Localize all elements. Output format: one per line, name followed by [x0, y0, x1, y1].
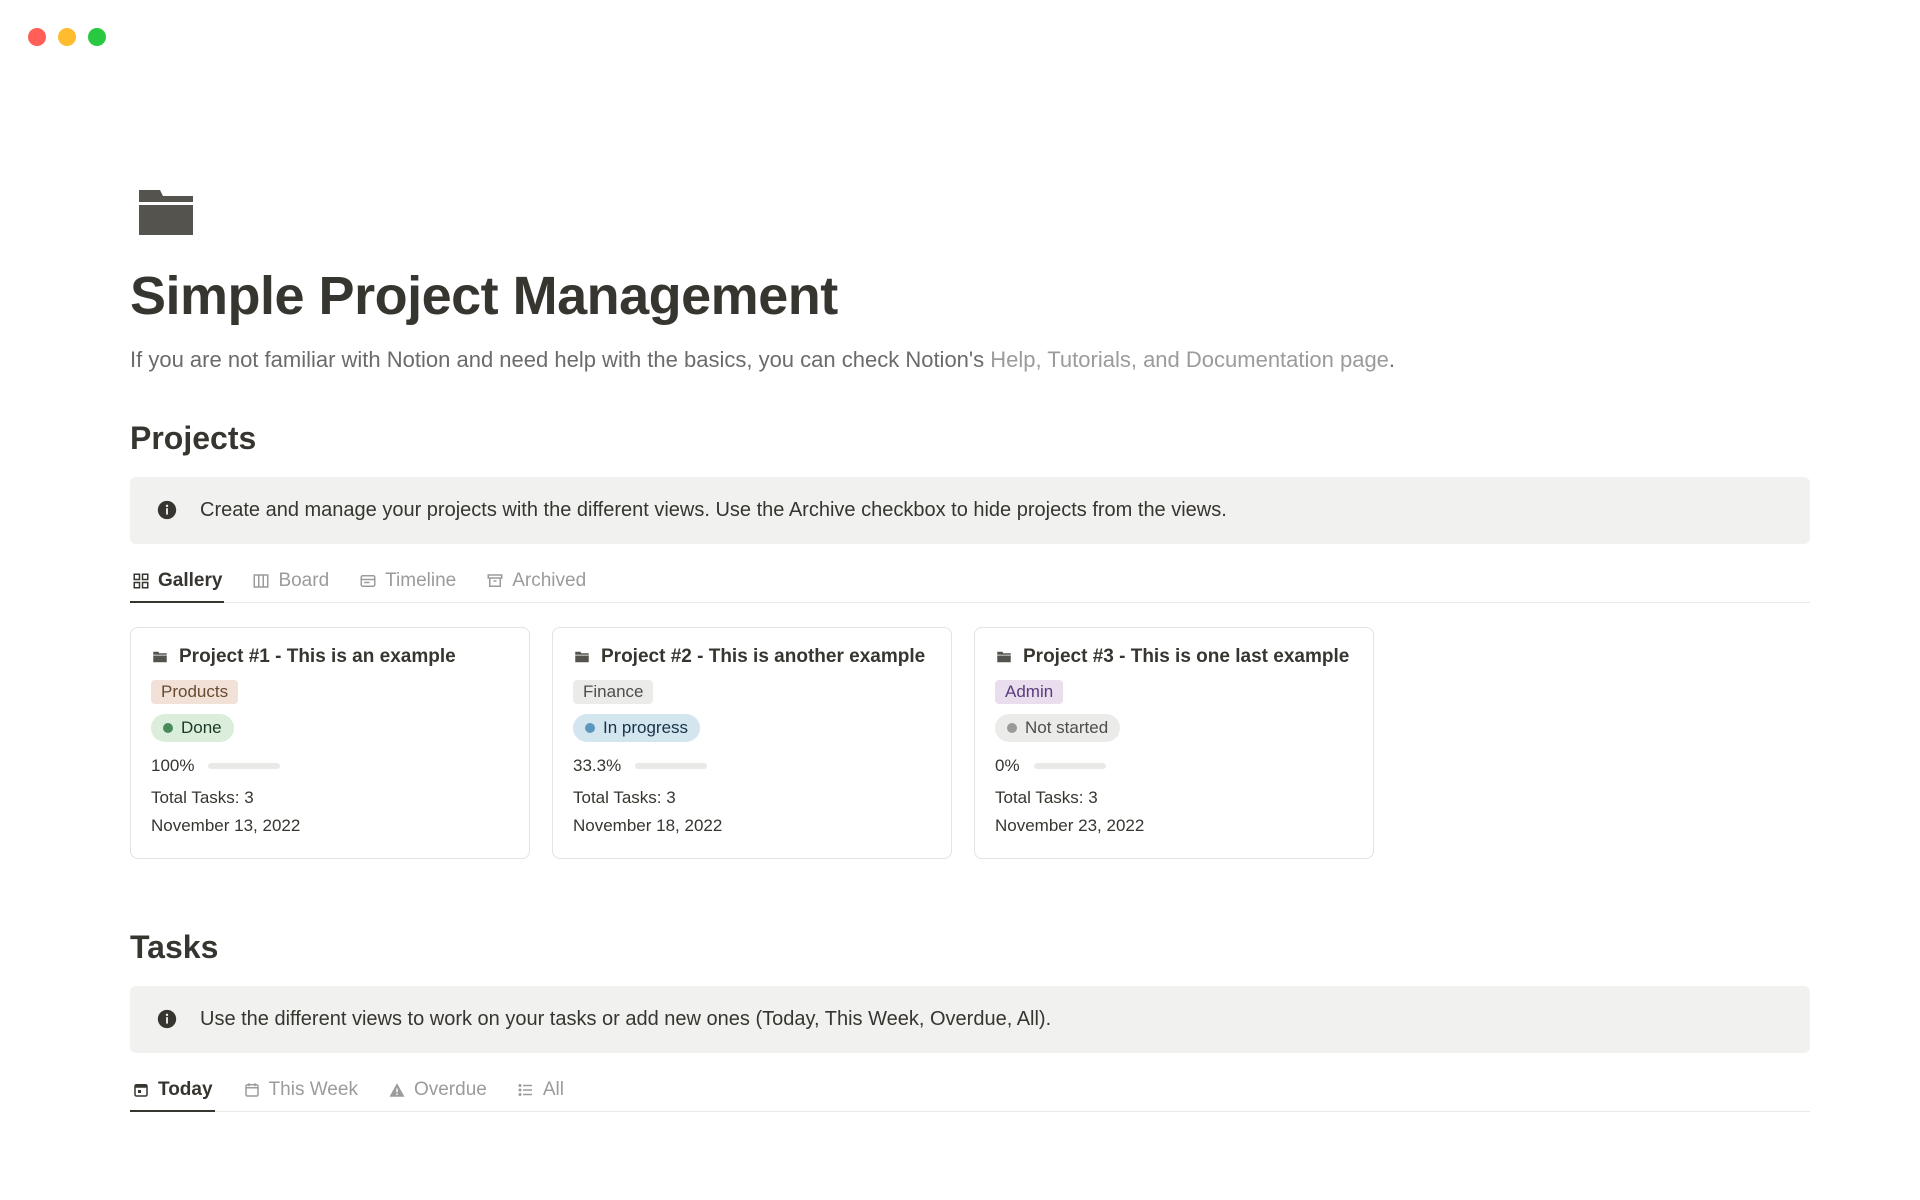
calendar-week-icon [243, 1081, 261, 1099]
tab-label: Gallery [158, 570, 222, 592]
projects-heading: Projects [130, 420, 1810, 457]
tab-this-week[interactable]: This Week [241, 1079, 360, 1111]
project-card[interactable]: Project #3 - This is one last example Ad… [974, 627, 1374, 859]
category-tag: Products [151, 680, 238, 704]
page-title: Simple Project Management [130, 265, 1810, 327]
tab-gallery[interactable]: Gallery [130, 570, 224, 602]
project-date: November 23, 2022 [995, 816, 1353, 836]
window-close-button[interactable] [28, 28, 46, 46]
tab-label: Board [278, 570, 329, 592]
progress-row: 100% [151, 756, 509, 776]
archive-icon [486, 572, 504, 590]
category-tag: Finance [573, 680, 653, 704]
tab-overdue[interactable]: Overdue [386, 1079, 489, 1111]
total-tasks: Total Tasks: 3 [151, 788, 509, 808]
window-controls [28, 28, 106, 46]
status-label: Done [181, 718, 222, 738]
tab-all[interactable]: All [515, 1079, 566, 1111]
tab-today[interactable]: Today [130, 1079, 215, 1111]
folder-icon[interactable] [130, 175, 202, 247]
projects-callout: Create and manage your projects with the… [130, 477, 1810, 544]
window-maximize-button[interactable] [88, 28, 106, 46]
project-date: November 13, 2022 [151, 816, 509, 836]
status-badge: Done [151, 714, 234, 742]
info-icon [156, 1008, 178, 1030]
progress-text: 100% [151, 756, 194, 776]
help-docs-link[interactable]: Help, Tutorials, and Documentation page [990, 347, 1389, 372]
progress-text: 0% [995, 756, 1020, 776]
progress-row: 33.3% [573, 756, 931, 776]
tasks-tabs: Today This Week Overdue All [130, 1079, 1810, 1112]
progress-bar [635, 763, 707, 769]
folder-icon [151, 648, 169, 666]
projects-tabs: Gallery Board Timeline Archived [130, 570, 1810, 603]
intro-prefix: If you are not familiar with Notion and … [130, 347, 990, 372]
tab-label: Today [158, 1079, 213, 1101]
projects-gallery: Project #1 - This is an example Products… [130, 627, 1810, 859]
status-dot-icon [585, 723, 595, 733]
status-dot-icon [1007, 723, 1017, 733]
window-minimize-button[interactable] [58, 28, 76, 46]
status-label: Not started [1025, 718, 1108, 738]
project-title: Project #2 - This is another example [601, 646, 925, 668]
tab-label: All [543, 1079, 564, 1101]
intro-text: If you are not familiar with Notion and … [130, 345, 1810, 376]
tab-timeline[interactable]: Timeline [357, 570, 458, 602]
projects-callout-text: Create and manage your projects with the… [200, 499, 1227, 522]
tasks-callout-text: Use the different views to work on your … [200, 1008, 1051, 1031]
project-date: November 18, 2022 [573, 816, 931, 836]
progress-bar [1034, 763, 1106, 769]
status-badge: In progress [573, 714, 700, 742]
tab-label: Timeline [385, 570, 456, 592]
project-card[interactable]: Project #2 - This is another example Fin… [552, 627, 952, 859]
board-icon [252, 572, 270, 590]
project-title: Project #1 - This is an example [179, 646, 456, 668]
gallery-icon [132, 572, 150, 590]
tasks-callout: Use the different views to work on your … [130, 986, 1810, 1053]
folder-icon [995, 648, 1013, 666]
status-label: In progress [603, 718, 688, 738]
calendar-today-icon [132, 1081, 150, 1099]
tab-label: Archived [512, 570, 586, 592]
warning-icon [388, 1081, 406, 1099]
total-tasks: Total Tasks: 3 [995, 788, 1353, 808]
timeline-icon [359, 572, 377, 590]
tab-board[interactable]: Board [250, 570, 331, 602]
category-tag: Admin [995, 680, 1063, 704]
status-dot-icon [163, 723, 173, 733]
tab-label: This Week [269, 1079, 358, 1101]
intro-suffix: . [1389, 347, 1395, 372]
progress-row: 0% [995, 756, 1353, 776]
project-card[interactable]: Project #1 - This is an example Products… [130, 627, 530, 859]
info-icon [156, 499, 178, 521]
total-tasks: Total Tasks: 3 [573, 788, 931, 808]
folder-icon [573, 648, 591, 666]
list-icon [517, 1081, 535, 1099]
progress-text: 33.3% [573, 756, 621, 776]
tab-label: Overdue [414, 1079, 487, 1101]
tasks-heading: Tasks [130, 929, 1810, 966]
status-badge: Not started [995, 714, 1120, 742]
progress-bar [208, 763, 280, 769]
project-title: Project #3 - This is one last example [1023, 646, 1349, 668]
tab-archived[interactable]: Archived [484, 570, 588, 602]
